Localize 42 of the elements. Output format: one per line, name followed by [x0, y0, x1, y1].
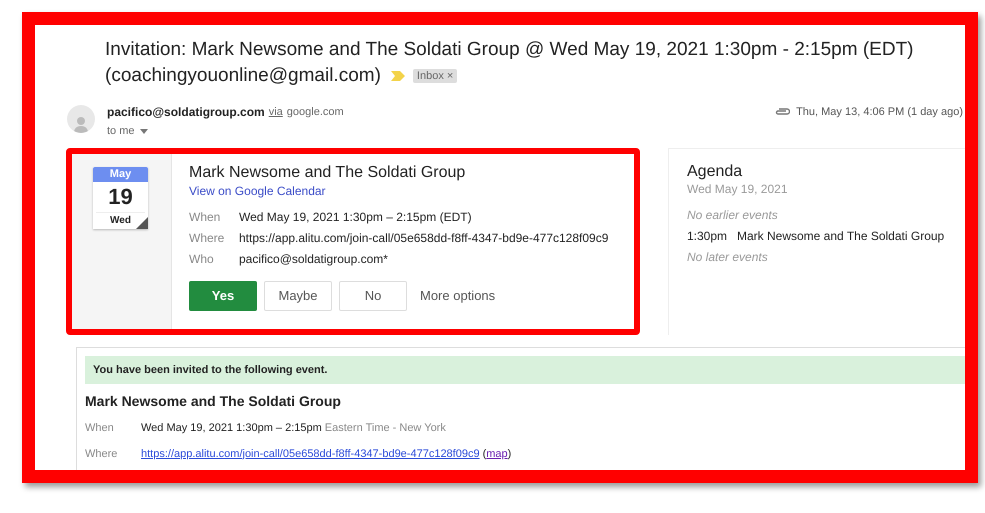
bracket-text: ( — [482, 446, 486, 462]
agenda-note: No later events — [687, 248, 769, 264]
detail-label: When — [85, 421, 115, 436]
detail-value: Wed May 19, 2021 1:30pm – 2:15pm — [141, 421, 322, 436]
detail-value: Wed May 19, 2021 1:30pm – 2:15pm (EDT) — [239, 208, 472, 224]
timezone-text: Eastern Time - New York — [324, 421, 446, 436]
map-link[interactable]: map — [486, 446, 508, 462]
recipient-text: to me — [107, 124, 135, 139]
sender-domain: google.com — [286, 104, 344, 120]
subject-recipient: (coachingyouonline@gmail.com) — [105, 64, 381, 88]
detail-value: https://app.alitu.com/join-call/05e658dd-f8ff-4347-bd9e-477c128f09c9 — [239, 230, 608, 246]
rsvp-button[interactable]: No — [339, 280, 407, 310]
agenda-note: No earlier events — [687, 206, 779, 222]
inbox-label[interactable]: Inbox × — [412, 69, 458, 83]
event-title: Mark Newsome and The Soldati Group — [189, 162, 466, 182]
invitation-banner: You have been invited to the following event. — [85, 356, 965, 384]
detail-label: Where — [85, 446, 118, 462]
caret-icon[interactable] — [140, 128, 148, 134]
sender-email: pacifico@soldatigroup.com — [107, 104, 265, 121]
calendar-weekday: Wed — [96, 212, 145, 228]
bracket-text: ) — [508, 446, 512, 462]
rsvp-button[interactable]: Yes — [189, 280, 257, 310]
avatar — [67, 105, 95, 133]
detail-label: Who — [189, 250, 215, 266]
detail-label: Where — [189, 230, 226, 246]
location-link[interactable]: https://app.alitu.com/join-call/05e658dd-f8ff-4347-bd9e-477c128f09c9 — [141, 446, 480, 462]
invitation-title: Mark Newsome and The Soldati Group — [85, 392, 342, 411]
page-curl-icon — [136, 216, 148, 228]
detail-value: pacifico@soldatigroup.com* — [239, 250, 388, 266]
more-options-button[interactable]: More options — [420, 286, 496, 306]
agenda-date: Wed May 19, 2021 — [687, 180, 789, 196]
agenda-title: Agenda — [687, 162, 744, 180]
rsvp-button[interactable]: Maybe — [264, 280, 332, 310]
subject-title: Invitation: Mark Newsome and The Soldati Group @ Wed May 19, 2021 1:30pm - 2:15pm (EDT) — [105, 39, 914, 60]
calendar-link[interactable]: View on Google Calendar — [189, 182, 608, 198]
calendar-month: May — [93, 166, 148, 182]
detail-label: When — [189, 208, 222, 224]
calendar-day: 19 — [93, 182, 148, 212]
agenda-event[interactable]: Mark Newsome and The Soldati Group — [737, 228, 944, 244]
agenda-time: 1:30pm — [687, 228, 728, 244]
via-link[interactable]: via — [268, 104, 283, 120]
email-date: Thu, May 13, 4:06 PM (1 day ago) — [796, 104, 963, 120]
